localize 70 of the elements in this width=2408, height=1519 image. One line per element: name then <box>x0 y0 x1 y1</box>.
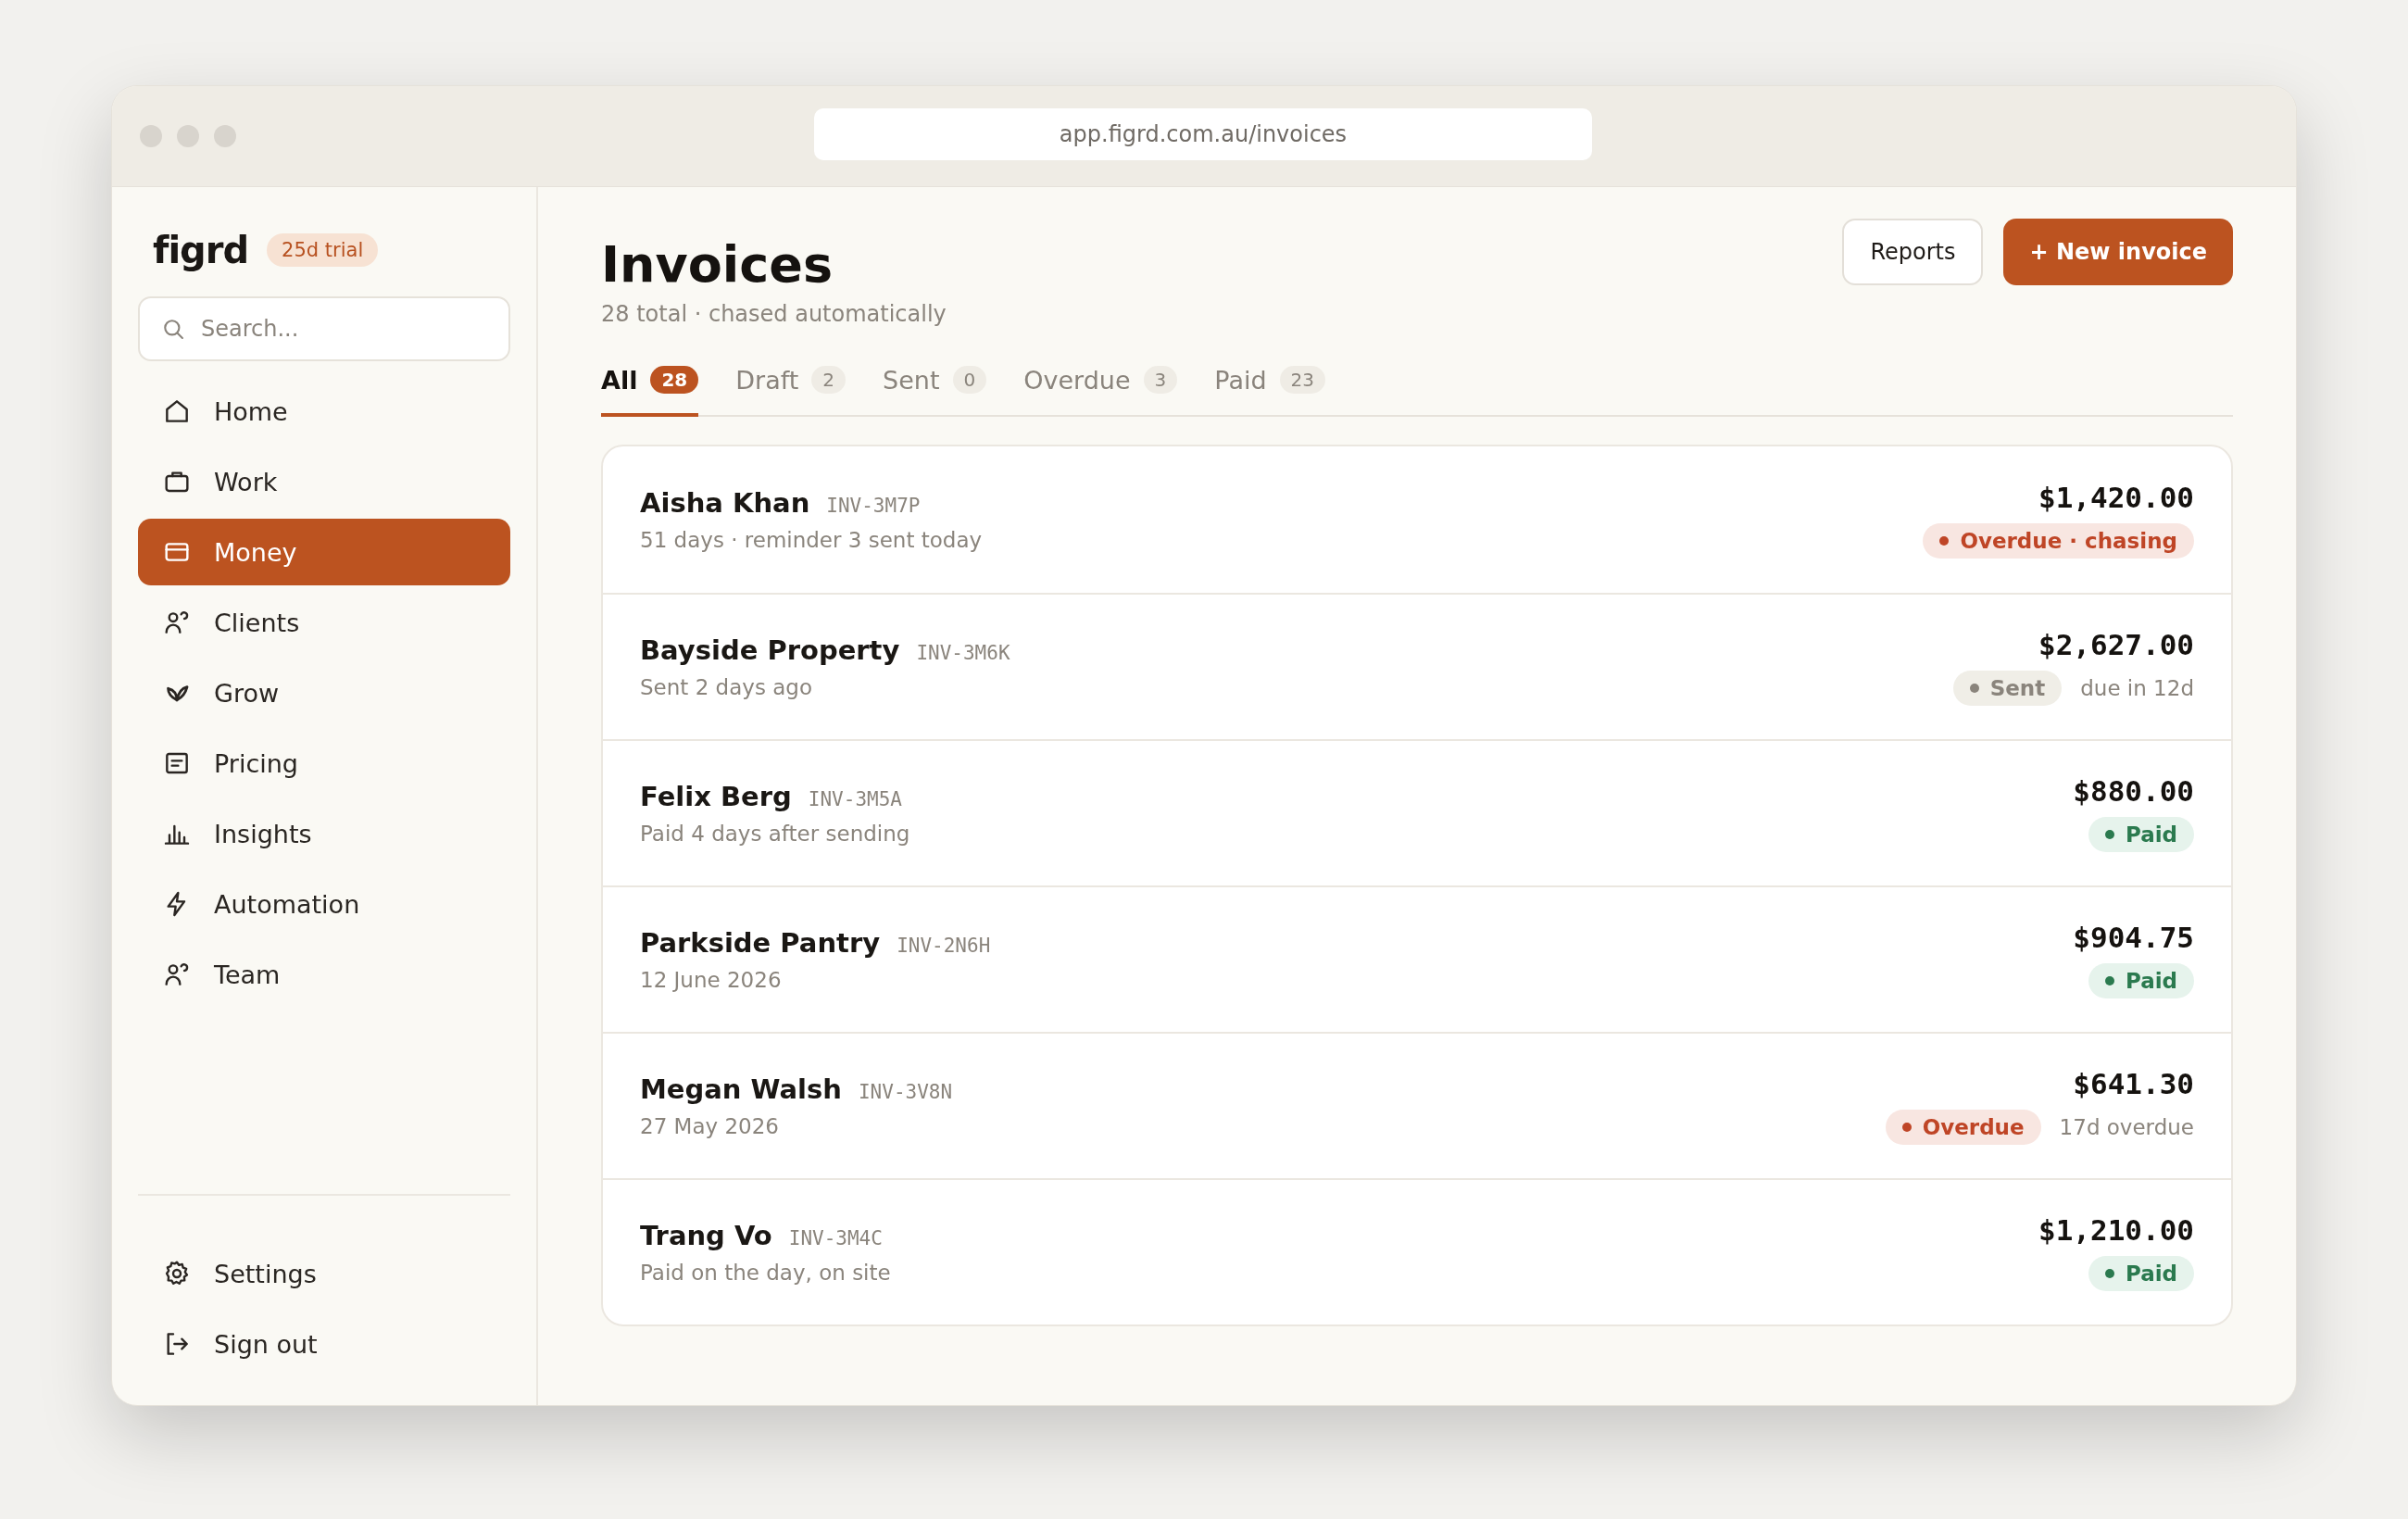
client-name: Felix Berg <box>640 780 792 812</box>
invoice-amount: $904.75 <box>2073 920 2194 954</box>
new-invoice-button[interactable]: + New invoice <box>2003 219 2233 285</box>
status-badge: Overdue <box>1885 1109 2041 1145</box>
search-field[interactable]: Search... <box>138 296 510 361</box>
count-badge: 28 <box>650 366 699 395</box>
invoice-amount: $1,420.00 <box>2038 480 2194 514</box>
window-control[interactable] <box>140 125 162 147</box>
sidebar-item[interactable]: Automation <box>138 871 510 937</box>
window-control[interactable] <box>214 125 236 147</box>
count-badge: 2 <box>811 366 847 395</box>
invoice-number: INV-3M5A <box>808 787 902 810</box>
status-badge: Paid <box>2088 962 2194 998</box>
invoice-number: INV-3M7P <box>826 494 921 517</box>
sidebar-item[interactable]: Insights <box>138 800 510 867</box>
page-subtitle: 28 total · chased automatically <box>601 300 947 327</box>
status-badge: Overdue · chasing <box>1923 522 2194 559</box>
window-control[interactable] <box>177 125 199 147</box>
due-note: 17d overdue <box>2059 1114 2194 1139</box>
invoice-row[interactable]: Bayside Property INV-3M6K Sent 2 days ago $2,627.00 Sent due in 12d <box>603 592 2231 739</box>
page-title: Invoices <box>601 239 834 292</box>
sidebar-item[interactable]: Work <box>138 448 510 515</box>
filter-tab[interactable]: Paid 23 <box>1214 365 1326 417</box>
address-bar[interactable]: app.figrd.com.au/invoices <box>814 108 1592 160</box>
sidebar-item[interactable]: Home <box>138 378 510 445</box>
count-badge: 3 <box>1143 366 1178 395</box>
trial-badge: 25d trial <box>267 233 379 267</box>
invoice-detail: 27 May 2026 <box>640 1113 780 1138</box>
invoice-detail: Paid on the day, on site <box>640 1260 891 1285</box>
invoice-amount: $1,210.00 <box>2038 1212 2194 1247</box>
invoice-amount: $641.30 <box>2073 1066 2194 1100</box>
invoice-detail: 51 days · reminder 3 sent today <box>640 527 983 552</box>
invoice-row[interactable]: Felix Berg INV-3M5A Paid 4 days after sending $880.00 Paid <box>603 738 2231 885</box>
invoice-detail: 12 June 2026 <box>640 967 783 992</box>
filter-tab[interactable]: Overdue 3 <box>1023 365 1178 417</box>
sidebar-item[interactable]: Money <box>138 519 510 585</box>
client-name: Parkside Pantry <box>640 926 881 959</box>
invoice-amount: $2,627.00 <box>2038 627 2194 661</box>
invoice-amount: $880.00 <box>2073 773 2194 808</box>
sidebar-item[interactable]: Pricing <box>138 730 510 797</box>
invoice-detail: Sent 2 days ago <box>640 674 813 699</box>
invoice-row[interactable]: Megan Walsh INV-3V8N 27 May 2026 $641.30 Overdue 17d overdue <box>603 1031 2231 1178</box>
client-name: Trang Vo <box>640 1219 772 1251</box>
invoice-row[interactable]: Parkside Pantry INV-2N6H 12 June 2026 $904.75 Paid <box>603 885 2231 1032</box>
invoice-number: INV-3M4C <box>788 1226 883 1249</box>
invoice-number: INV-3M6K <box>916 641 1010 664</box>
filter-tab[interactable]: Draft 2 <box>735 365 847 417</box>
invoice-detail: Paid 4 days after sending <box>640 821 910 846</box>
logo[interactable]: figrd <box>153 229 249 271</box>
filter-tab[interactable]: Sent 0 <box>883 365 987 417</box>
status-badge: Paid <box>2088 816 2194 852</box>
invoice-row[interactable]: Aisha Khan INV-3M7P 51 days · reminder 3 sent today $1,420.00 Overdue · chasing <box>603 446 2231 593</box>
count-badge: 0 <box>952 366 987 395</box>
sidebar-item[interactable]: Clients <box>138 589 510 656</box>
invoice-number: INV-3V8N <box>858 1080 953 1103</box>
invoice-row[interactable]: Trang Vo INV-3M4C Paid on the day, on site $1,210.00 Paid <box>603 1177 2231 1324</box>
sidebar-item[interactable]: Grow <box>138 659 510 726</box>
client-name: Megan Walsh <box>640 1073 842 1105</box>
status-badge: Sent <box>1952 670 2063 706</box>
status-badge: Paid <box>2088 1255 2194 1291</box>
sidebar-item[interactable]: Settings <box>138 1240 510 1307</box>
client-name: Bayside Property <box>640 634 900 666</box>
sidebar-item[interactable]: Team <box>138 941 510 1008</box>
count-badge: 23 <box>1279 366 1326 395</box>
filter-tab[interactable]: All 28 <box>601 365 699 417</box>
due-note: due in 12d <box>2080 675 2194 700</box>
reports-button[interactable]: Reports <box>1842 219 1984 285</box>
invoice-number: INV-2N6H <box>897 934 991 957</box>
sidebar-item[interactable]: Sign out <box>138 1311 510 1377</box>
client-name: Aisha Khan <box>640 486 810 519</box>
